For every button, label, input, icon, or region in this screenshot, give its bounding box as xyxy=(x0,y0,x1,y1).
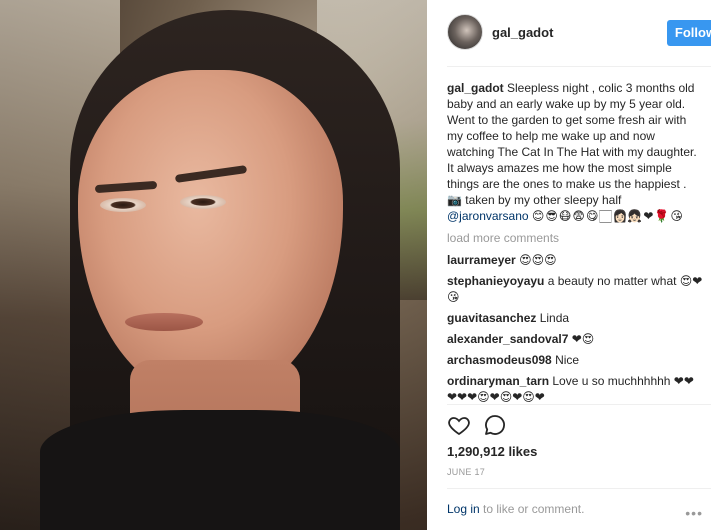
comment-icon[interactable] xyxy=(483,413,507,437)
list-item: ordinaryman_tarn Love u so muchhhhhh ❤❤❤… xyxy=(447,373,703,405)
comment-text: 😍😍😍 xyxy=(519,253,557,267)
comment-text: Nice xyxy=(555,353,580,367)
post-side-panel: gal_gadot Follow gal_gadot Sleepless nig… xyxy=(427,0,711,530)
actions-divider xyxy=(447,404,711,405)
login-prompt: Log in to like or comment. xyxy=(447,502,584,516)
load-more-comments-link[interactable]: load more comments xyxy=(447,230,703,246)
author-username[interactable]: gal_gadot xyxy=(492,25,553,40)
post-caption: gal_gadot Sleepless night , colic 3 mont… xyxy=(447,80,703,224)
footer-divider xyxy=(447,488,711,489)
list-item: laurrameyer 😍😍😍 xyxy=(447,252,703,268)
photo-clothing xyxy=(40,410,400,530)
comment-text: ❤😍 xyxy=(571,332,595,346)
photo-eye-left xyxy=(100,198,146,212)
post-photo[interactable] xyxy=(0,0,427,530)
comment-text: Linda xyxy=(539,311,570,325)
comment-username[interactable]: laurrameyer xyxy=(447,253,516,267)
list-item: guavitasanchez Linda xyxy=(447,310,703,326)
header-divider xyxy=(447,66,711,67)
avatar[interactable] xyxy=(447,14,483,50)
photo-eye-right xyxy=(180,195,226,209)
comment-username[interactable]: stephanieyoyayu xyxy=(447,274,544,288)
list-item: stephanieyoyayu a beauty no matter what … xyxy=(447,273,703,305)
comment-username[interactable]: alexander_sandoval7 xyxy=(447,332,568,346)
photo-lips xyxy=(125,313,203,331)
comment-username[interactable]: guavitasanchez xyxy=(447,311,536,325)
follow-button[interactable]: Follow xyxy=(667,20,711,46)
more-options-icon[interactable]: ••• xyxy=(685,505,703,521)
list-item: archasmodeus098 Nice xyxy=(447,352,703,368)
comment-username[interactable]: ordinaryman_tarn xyxy=(447,374,549,388)
login-link[interactable]: Log in xyxy=(447,502,480,516)
caption-username[interactable]: gal_gadot xyxy=(447,81,504,95)
caption-mention[interactable]: @jaronvarsano xyxy=(447,209,529,223)
comments-list[interactable]: gal_gadot Sleepless night , colic 3 mont… xyxy=(447,80,703,405)
caption-emoji: 😊😎😷😨😋🏻👩🏻‍👧🏻❤🌹😘 xyxy=(531,209,684,223)
caption-text: Sleepless night , colic 3 months old bab… xyxy=(447,81,697,207)
comment-username[interactable]: archasmodeus098 xyxy=(447,353,552,367)
post-header: gal_gadot Follow xyxy=(447,14,711,52)
likes-count[interactable]: 1,290,912 likes xyxy=(447,444,537,459)
heart-icon[interactable] xyxy=(447,413,471,437)
post-date[interactable]: JUNE 17 xyxy=(447,467,485,477)
list-item: alexander_sandoval7 ❤😍 xyxy=(447,331,703,347)
login-suffix: to like or comment. xyxy=(479,502,585,516)
